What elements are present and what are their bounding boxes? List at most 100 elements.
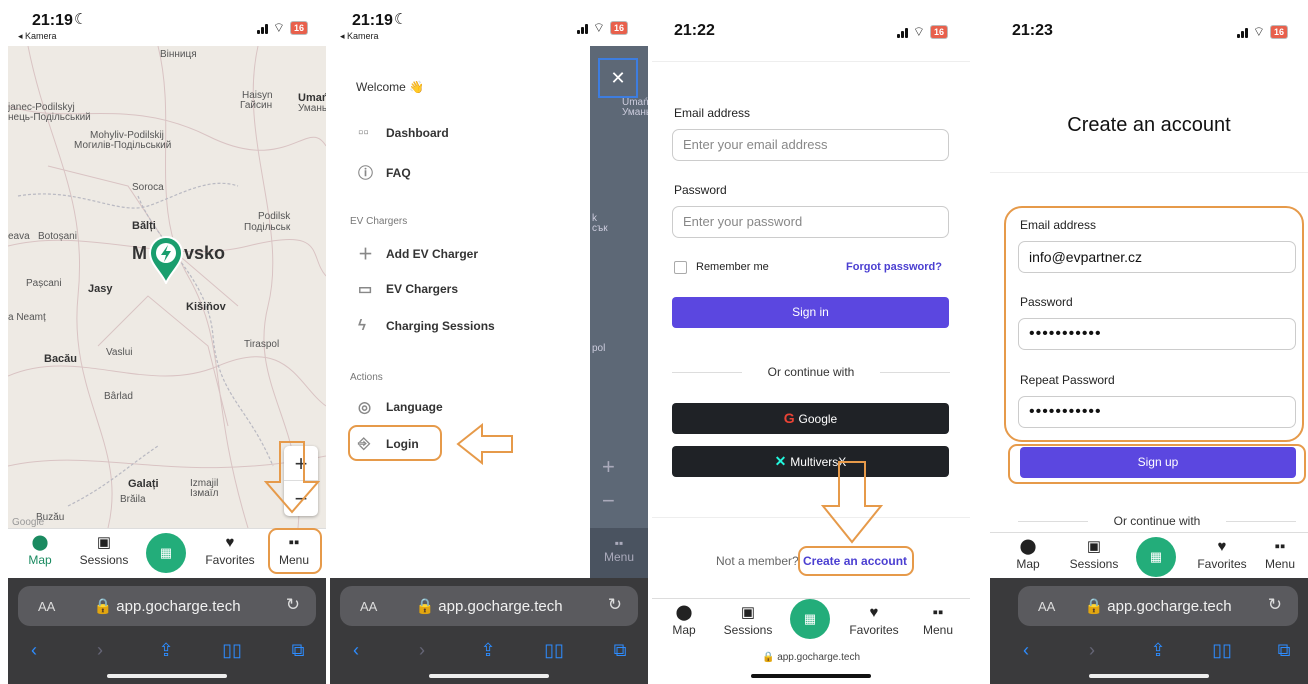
google-login-button[interactable]: G Google (672, 403, 949, 434)
map-label: Botoșani (38, 231, 77, 242)
bookmarks-icon[interactable]: ▯▯ (539, 640, 569, 661)
signal-icon (1236, 27, 1248, 38)
menu-ev-chargers[interactable]: ▭ EV Chargers (358, 280, 458, 298)
back-icon[interactable]: ‹ (19, 640, 49, 661)
qr-scan-button[interactable]: ▦ (146, 533, 186, 573)
wifi-icon: ⌔ (1252, 24, 1265, 39)
sign-in-button[interactable]: Sign in (672, 297, 949, 328)
remember-label: Remember me (696, 261, 769, 273)
share-icon[interactable]: ⇪ (473, 640, 503, 661)
compact-url-bar[interactable]: 🔒 app.gocharge.tech (652, 652, 970, 663)
map-overlay: Umań Умань k сък pol ✕ + − (590, 46, 648, 528)
nav-menu[interactable]: ▪▪ Menu (1250, 539, 1308, 572)
welcome-text: Welcome 👋 (356, 80, 425, 94)
globe-icon: ◎ (358, 399, 372, 416)
tabs-icon[interactable]: ⧉ (283, 640, 313, 661)
nav-map[interactable]: ⬤ Map (654, 605, 714, 638)
qr-scan-button[interactable]: ▦ (790, 599, 830, 639)
multiversx-login-button[interactable]: ✕ MultiversX (672, 446, 949, 477)
reload-icon[interactable]: ↻ (1268, 595, 1282, 615)
menu-language[interactable]: ◎ Language (358, 398, 443, 416)
safari-bar: AA 🔒 app.gocharge.tech ↻ ‹ › ⇪ ▯▯ ⧉ (8, 578, 326, 684)
share-icon[interactable]: ⇪ (1143, 640, 1173, 661)
password-label: Password (674, 183, 727, 197)
home-indicator (429, 674, 549, 678)
remember-checkbox[interactable] (674, 261, 687, 274)
battery-outline-icon: ▭ (358, 281, 373, 298)
reload-icon[interactable]: ↻ (608, 595, 622, 615)
status-bar: 21:19 ☾ ◂ Kamera ⌔ 16 (330, 0, 648, 46)
map-label: Jasy (88, 283, 113, 295)
footer-divider (652, 517, 970, 518)
password-field[interactable]: Enter your password (672, 206, 949, 238)
tabs-icon[interactable]: ⧉ (605, 640, 635, 661)
map-label: Ізмаїл (190, 488, 219, 499)
map-label: Вінниця (160, 49, 197, 60)
home-indicator (751, 674, 871, 678)
safari-bar: AA 🔒 app.gocharge.tech ↻ ‹ › ⇪ ▯▯ ⧉ (330, 578, 648, 684)
address-bar[interactable]: AA 🔒 app.gocharge.tech ↻ (18, 586, 316, 626)
reload-icon[interactable]: ↻ (286, 595, 300, 615)
screen-map: Вінниця Haisyn Гайсин Umań Умань janec-P… (8, 0, 326, 684)
safari-toolbar: ‹ › ⇪ ▯▯ ⧉ (8, 640, 326, 662)
nav-sessions[interactable]: ▣ Sessions (74, 534, 134, 568)
or-continue-text: Or continue with (767, 365, 855, 379)
back-icon[interactable]: ‹ (1011, 640, 1041, 661)
share-icon[interactable]: ⇪ (151, 640, 181, 661)
nav-map[interactable]: ⬤ Map (998, 539, 1058, 572)
map-location-label: M (132, 243, 147, 263)
url-text: 🔒 app.gocharge.tech (415, 598, 563, 615)
tabs-icon[interactable]: ⧉ (1269, 640, 1299, 661)
safari-toolbar: ‹ › ⇪ ▯▯ ⧉ (330, 640, 648, 662)
bookmarks-icon[interactable]: ▯▯ (217, 640, 247, 661)
menu-peek-nav: ▪▪ Menu (590, 528, 648, 578)
charger-icon: ▣ (96, 534, 112, 551)
forward-icon[interactable]: › (407, 640, 437, 661)
not-member-text: Not a member? (716, 554, 799, 568)
address-bar[interactable]: AA 🔒 app.gocharge.tech ↻ (340, 586, 638, 626)
multiversx-icon: ✕ (774, 453, 791, 469)
status-time: 21:19 (32, 12, 73, 29)
menu-faq[interactable]: ⓘ FAQ (358, 162, 411, 183)
charger-icon: ▣ (1086, 538, 1102, 555)
nav-sessions[interactable]: ▣ Sessions (718, 605, 778, 638)
map-label: Soroca (132, 182, 164, 193)
menu-charging-sessions[interactable]: ϟ Charging Sessions (358, 317, 495, 334)
screen-side-menu: Umań Умань k сък pol ✕ + − ▪▪Menu 21:19 … (330, 0, 648, 684)
map-pin-icon: ⬤ (31, 534, 49, 551)
nav-favorites[interactable]: ♥ Favorites (844, 605, 904, 638)
nav-favorites[interactable]: ♥ Favorites (200, 535, 260, 568)
nav-menu[interactable]: ▪▪ Menu (908, 605, 968, 638)
nav-favorites[interactable]: ♥ Favorites (1192, 539, 1252, 572)
highlight-menu (268, 528, 322, 574)
charger-pin-icon[interactable] (148, 236, 184, 286)
header-divider (990, 172, 1308, 173)
bookmarks-icon[interactable]: ▯▯ (1207, 640, 1237, 661)
signal-icon (896, 27, 908, 38)
wifi-icon: ⌔ (272, 20, 285, 35)
back-to-camera[interactable]: ◂ Kamera (18, 31, 57, 42)
section-actions: Actions (350, 372, 383, 383)
email-field[interactable]: Enter your email address (672, 129, 949, 161)
map-label: Brăila (120, 494, 146, 505)
nav-map[interactable]: ⬤ Map (10, 534, 70, 568)
qr-scan-button[interactable]: ▦ (1136, 537, 1176, 577)
lock-icon: 🔒 (93, 598, 117, 615)
forward-icon[interactable]: › (1077, 640, 1107, 661)
safari-bar: AA 🔒 app.gocharge.tech ↻ ‹ › ⇪ ▯▯ ⧉ (990, 578, 1308, 684)
back-to-camera[interactable]: ◂ Kamera (340, 31, 379, 42)
menu-add-ev-charger[interactable]: ＋ Add EV Charger (358, 243, 478, 264)
email-label: Email address (674, 106, 751, 120)
back-icon[interactable]: ‹ (341, 640, 371, 661)
status-bar: 21:23 ⌔ 16 (990, 0, 1308, 46)
google-logo: Google (12, 517, 45, 528)
forgot-password-link[interactable]: Forgot password? (846, 261, 942, 273)
forward-icon[interactable]: › (85, 640, 115, 661)
divider-right (880, 372, 950, 373)
nav-sessions[interactable]: ▣ Sessions (1064, 538, 1124, 572)
divider-right (1226, 521, 1296, 522)
address-bar[interactable]: AA 🔒 app.gocharge.tech ↻ (1018, 586, 1298, 626)
close-menu-button[interactable]: ✕ (598, 58, 638, 98)
divider-left (672, 372, 742, 373)
menu-dashboard[interactable]: ▫▫ Dashboard (358, 124, 449, 141)
